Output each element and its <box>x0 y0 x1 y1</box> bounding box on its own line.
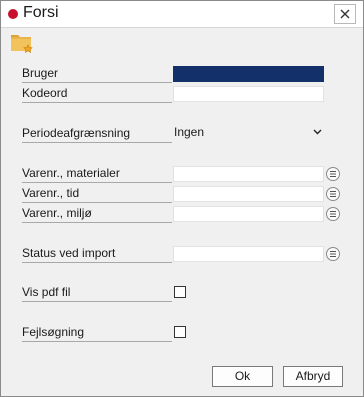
app-logo-icon <box>8 9 18 19</box>
import-status-lookup-button[interactable] <box>326 247 340 261</box>
period-select-value: Ingen <box>174 125 205 139</box>
user-label: Bruger <box>22 66 172 83</box>
list-lookup-icon <box>330 191 336 197</box>
list-lookup-icon <box>330 211 336 217</box>
materials-field[interactable] <box>173 166 324 182</box>
period-select[interactable]: Ingen <box>173 124 324 142</box>
close-icon <box>340 9 350 19</box>
window-title: Forsi <box>23 4 59 21</box>
debug-label: Fejlsøgning <box>22 325 172 342</box>
password-field[interactable] <box>173 86 324 102</box>
password-label: Kodeord <box>22 86 172 103</box>
environment-label: Varenr., miljø <box>22 206 172 223</box>
cancel-button[interactable]: Afbryd <box>283 366 343 387</box>
environment-lookup-button[interactable] <box>326 207 340 221</box>
materials-lookup-button[interactable] <box>326 167 340 181</box>
list-lookup-icon <box>330 251 336 257</box>
import-status-label: Status ved import <box>22 246 172 263</box>
time-label: Varenr., tid <box>22 186 172 203</box>
title-bar: Forsi <box>1 1 363 28</box>
time-lookup-button[interactable] <box>326 187 340 201</box>
environment-field[interactable] <box>173 206 324 222</box>
import-status-field[interactable] <box>173 246 324 262</box>
ok-button[interactable]: Ok <box>212 366 273 387</box>
show-pdf-checkbox[interactable] <box>174 286 186 298</box>
user-field[interactable] <box>173 66 324 82</box>
period-label: Periodeafgrænsning <box>22 126 172 143</box>
folder-star-icon[interactable] <box>10 34 34 54</box>
debug-checkbox[interactable] <box>174 326 186 338</box>
chevron-down-icon <box>313 129 322 135</box>
time-field[interactable] <box>173 186 324 202</box>
close-button[interactable] <box>334 4 356 24</box>
list-lookup-icon <box>330 171 336 177</box>
show-pdf-label: Vis pdf fil <box>22 285 172 302</box>
materials-label: Varenr., materialer <box>22 166 172 183</box>
dialog-window: Forsi Bruger Kodeord Periodeafgrænsning … <box>0 0 364 397</box>
